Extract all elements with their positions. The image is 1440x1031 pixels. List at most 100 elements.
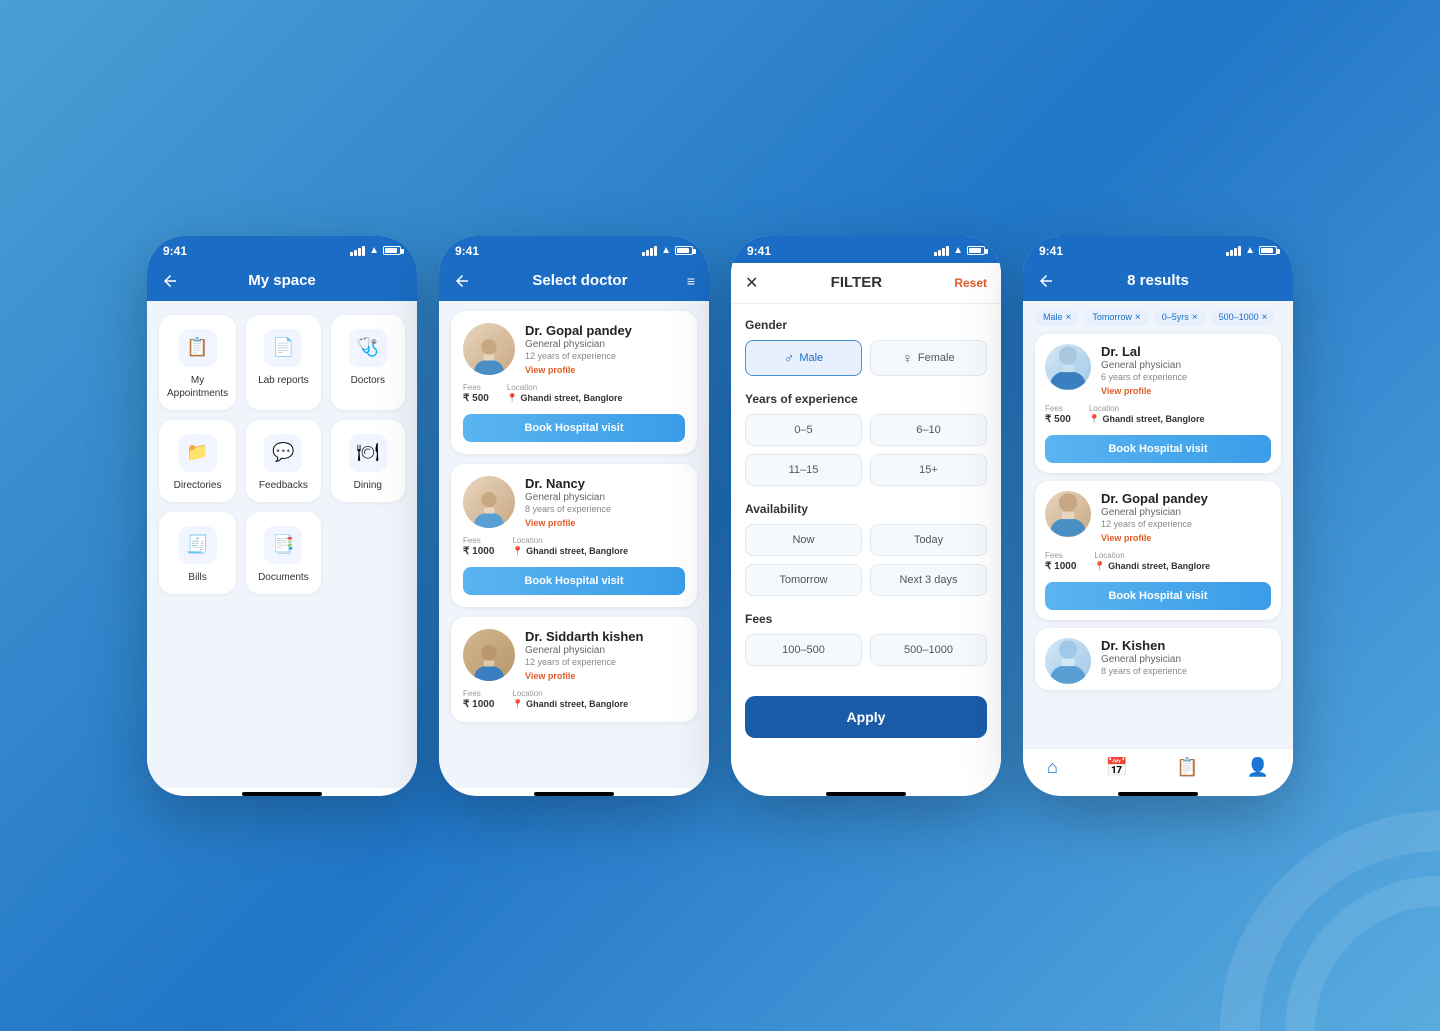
nav-document[interactable]: 📋 — [1176, 757, 1198, 778]
wifi-icon-4: ▲ — [1245, 245, 1255, 256]
result-view-profile-lal[interactable]: View profile — [1101, 386, 1271, 396]
calendar-nav-icon: 📅 — [1106, 757, 1128, 778]
filter-option-15plus[interactable]: 15+ — [870, 454, 987, 486]
nav-home[interactable]: ⌂ — [1047, 757, 1058, 778]
battery-icon-1 — [383, 246, 401, 255]
filter-option-male[interactable]: ♂ Male — [745, 340, 862, 376]
apply-button[interactable]: Apply — [745, 696, 987, 738]
result-name-lal: Dr. Lal — [1101, 344, 1271, 359]
filter-tag-male[interactable]: Male × — [1035, 309, 1079, 326]
back-button-1[interactable] — [161, 271, 181, 291]
male-label: Male — [799, 352, 823, 364]
doctor-exp-nancy: 8 years of experience — [525, 504, 685, 514]
view-profile-nancy[interactable]: View profile — [525, 518, 685, 528]
phones-container: 9:41 ▲ My space 📋 My Appointments — [147, 236, 1293, 796]
result-view-profile-gopal2[interactable]: View profile — [1101, 533, 1271, 543]
filter-icon[interactable]: ≡ — [687, 273, 695, 289]
result-details-gopal2: Dr. Gopal pandey General physician 12 ye… — [1101, 491, 1271, 543]
status-bar-4: 9:41 ▲ — [1023, 236, 1293, 263]
filter-option-next3days[interactable]: Next 3 days — [870, 564, 987, 596]
status-time-3: 9:41 — [747, 244, 771, 258]
menu-item-bills[interactable]: 🧾 Bills — [159, 512, 236, 594]
bills-icon: 🧾 — [179, 526, 217, 564]
fees-item-siddarth: Fees ₹ 1000 — [463, 689, 494, 710]
nav-calendar[interactable]: 📅 — [1106, 757, 1128, 778]
nav-profile[interactable]: 👤 — [1247, 757, 1269, 778]
signal-icon-1 — [350, 246, 365, 256]
filter-option-500-1000[interactable]: 500–1000 — [870, 634, 987, 666]
doctor-avatar-nancy — [463, 476, 515, 528]
filter-reset-button[interactable]: Reset — [954, 276, 987, 290]
filter-tag-experience[interactable]: 0–5yrs × — [1154, 309, 1206, 326]
phone-results: 9:41 ▲ 8 results Male × Tomorrow × — [1023, 236, 1293, 796]
filter-option-11-15[interactable]: 11–15 — [745, 454, 862, 486]
documents-label: Documents — [258, 571, 309, 584]
menu-item-documents[interactable]: 📑 Documents — [246, 512, 320, 594]
dining-label: Dining — [354, 479, 382, 492]
result-exp-lal: 6 years of experience — [1101, 372, 1271, 382]
doctors-icon: 🩺 — [349, 329, 387, 367]
battery-icon-3 — [967, 246, 985, 255]
phone-select-doctor: 9:41 ▲ Select doctor ≡ — [439, 236, 709, 796]
header-bar-2: Select doctor ≡ — [439, 263, 709, 301]
doctor-exp-siddarth: 12 years of experience — [525, 657, 685, 667]
phone-myspace: 9:41 ▲ My space 📋 My Appointments — [147, 236, 417, 796]
filter-title: FILTER — [758, 274, 954, 291]
remove-tag-male[interactable]: × — [1066, 312, 1072, 323]
results-body: Male × Tomorrow × 0–5yrs × 500–1000 × — [1023, 301, 1293, 788]
book-btn-gopal2[interactable]: Book Hospital visit — [1045, 582, 1271, 610]
doctor-card-gopal: Dr. Gopal pandey General physician 12 ye… — [451, 311, 697, 454]
filter-close-button[interactable]: ✕ — [745, 273, 758, 293]
location-item-gopal: Location 📍 Ghandi street, Banglore — [507, 383, 623, 404]
filter-option-female[interactable]: ♀ Female — [870, 340, 987, 376]
view-profile-siddarth[interactable]: View profile — [525, 671, 685, 681]
feedbacks-label: Feedbacks — [259, 479, 308, 492]
back-button-4[interactable] — [1037, 271, 1057, 291]
doctor-specialty-gopal: General physician — [525, 339, 685, 350]
filter-sections: Gender ♂ Male ♀ Female Years of — [731, 304, 1001, 788]
menu-item-doctors[interactable]: 🩺 Doctors — [331, 315, 405, 410]
remove-tag-tomorrow[interactable]: × — [1135, 312, 1141, 323]
filter-option-100-500[interactable]: 100–500 — [745, 634, 862, 666]
view-profile-gopal[interactable]: View profile — [525, 365, 685, 375]
location-item-nancy: Location 📍 Ghandi street, Banglore — [512, 536, 628, 557]
filter-tags-row: Male × Tomorrow × 0–5yrs × 500–1000 × — [1035, 309, 1281, 326]
signal-icon-2 — [642, 246, 657, 256]
filter-option-0-5[interactable]: 0–5 — [745, 414, 862, 446]
battery-icon-2 — [675, 246, 693, 255]
filter-tag-tomorrow[interactable]: Tomorrow × — [1084, 309, 1148, 326]
result-fees-gopal2: Fees ₹ 1000 — [1045, 551, 1076, 572]
result-name-kishen: Dr. Kishen — [1101, 638, 1271, 653]
filter-option-6-10[interactable]: 6–10 — [870, 414, 987, 446]
battery-icon-4 — [1259, 246, 1277, 255]
directories-icon: 📁 — [179, 434, 217, 472]
filter-body: Gender ♂ Male ♀ Female Years of — [731, 304, 1001, 788]
menu-item-dining[interactable]: 🍽 Dining — [331, 420, 405, 502]
menu-item-directories[interactable]: 📁 Directories — [159, 420, 236, 502]
female-icon: ♀ — [902, 350, 913, 366]
filter-option-tomorrow[interactable]: Tomorrow — [745, 564, 862, 596]
menu-item-feedbacks[interactable]: 💬 Feedbacks — [246, 420, 320, 502]
doctor-meta-gopal: Fees ₹ 500 Location 📍 Ghandi street, Ban… — [463, 383, 685, 404]
remove-tag-experience[interactable]: × — [1192, 312, 1198, 323]
book-btn-gopal[interactable]: Book Hospital visit — [463, 414, 685, 442]
filter-section-title-gender: Gender — [745, 318, 987, 332]
remove-tag-fees[interactable]: × — [1262, 312, 1268, 323]
book-btn-nancy[interactable]: Book Hospital visit — [463, 567, 685, 595]
home-bar-4 — [1118, 792, 1198, 796]
filter-option-now[interactable]: Now — [745, 524, 862, 556]
dining-icon: 🍽 — [349, 434, 387, 472]
header-bar-4: 8 results — [1023, 263, 1293, 301]
menu-item-appointments[interactable]: 📋 My Appointments — [159, 315, 236, 410]
status-time-2: 9:41 — [455, 244, 479, 258]
book-btn-lal[interactable]: Book Hospital visit — [1045, 435, 1271, 463]
grid-menu: 📋 My Appointments 📄 Lab reports 🩺 Doctor… — [159, 315, 405, 594]
result-exp-gopal2: 12 years of experience — [1101, 519, 1271, 529]
back-button-2[interactable] — [453, 271, 473, 291]
menu-item-lab-reports[interactable]: 📄 Lab reports — [246, 315, 320, 410]
doctor-avatar-siddarth — [463, 629, 515, 681]
filter-tag-fees[interactable]: 500–1000 × — [1211, 309, 1276, 326]
male-icon: ♂ — [784, 350, 795, 366]
filter-option-today[interactable]: Today — [870, 524, 987, 556]
doctor-specialty-siddarth: General physician — [525, 645, 685, 656]
